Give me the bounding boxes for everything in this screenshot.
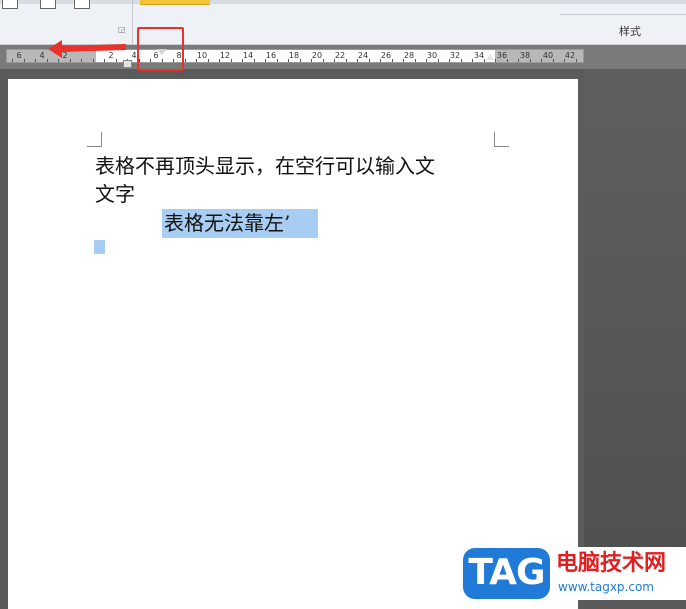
ruler-tick	[368, 59, 370, 62]
ruler-tick	[357, 59, 358, 62]
ruler-tick	[575, 59, 577, 62]
ruler-tick	[334, 59, 335, 62]
ruler-tick	[541, 59, 542, 62]
watermark-logo: TAG	[463, 548, 550, 599]
annotation-highlight-box	[137, 27, 184, 71]
ruler-number: 28	[403, 51, 415, 60]
selected-table-cell[interactable]: 表格无法靠左’	[162, 209, 318, 238]
ruler-tick	[35, 59, 36, 62]
ruler-tick	[345, 59, 347, 62]
ruler-tick	[414, 59, 416, 62]
watermark-title: 电脑技术网	[556, 551, 667, 576]
ruler-number: 20	[311, 51, 323, 60]
selected-paragraph-mark[interactable]	[94, 240, 105, 254]
selected-style-highlight[interactable]	[140, 0, 210, 5]
right-indent-marker[interactable]	[486, 54, 494, 60]
ribbon-tool-icon[interactable]	[74, 0, 90, 9]
ruler-tick	[460, 59, 462, 62]
ribbon-tool-icon[interactable]	[2, 0, 18, 9]
paragraph-dialog-launcher-icon[interactable]: ◲	[118, 26, 126, 34]
ruler-number: 18	[288, 51, 300, 60]
ruler-tick	[403, 59, 404, 62]
ruler-tick	[276, 59, 278, 62]
document-text-line[interactable]: 文字	[95, 180, 135, 208]
document-text-line[interactable]: 表格不再顶头显示，在空行可以输入文	[95, 152, 435, 180]
watermark-url: www.tagxp.com	[558, 580, 654, 594]
ruler-number: 42	[564, 51, 576, 60]
left-indent-marker[interactable]	[123, 60, 132, 68]
styles-group-label: 样式	[619, 25, 641, 38]
ruler-number: 14	[242, 51, 254, 60]
ruler-tick	[391, 59, 393, 62]
ruler-tick	[23, 59, 25, 62]
ruler-tick	[437, 59, 439, 62]
crop-mark-top-left	[87, 132, 102, 147]
ruler-number: 32	[449, 51, 461, 60]
ruler-tick	[242, 59, 243, 62]
ruler-number: 24	[357, 51, 369, 60]
ruler-number: 4	[131, 51, 137, 60]
watermark-logo-text: TAG	[468, 552, 545, 593]
ruler-tick	[184, 59, 186, 62]
ruler-tick	[311, 59, 312, 62]
crop-mark-top-right	[494, 132, 509, 147]
document-page[interactable]: 表格不再顶头显示，在空行可以输入文 文字 表格无法靠左’	[8, 79, 578, 609]
ruler-number: 12	[219, 51, 231, 60]
ribbon-top-strip	[0, 0, 686, 4]
ruler-tick	[253, 59, 255, 62]
table-cell-text: 表格无法靠左’	[164, 211, 291, 235]
ruler-tick	[207, 59, 209, 62]
ruler-tick	[506, 59, 508, 62]
ruler-tick	[495, 59, 496, 62]
ruler-tick	[449, 59, 450, 62]
ruler-tick	[12, 59, 13, 62]
ruler-number: 22	[334, 51, 346, 60]
ruler-number: 30	[426, 51, 438, 60]
annotation-arrow-icon	[48, 40, 126, 58]
ruler-tick	[299, 59, 301, 62]
ruler-number: 16	[265, 51, 277, 60]
ruler-tick	[196, 59, 197, 62]
watermark: TAG 电脑技术网 www.tagxp.com	[462, 547, 686, 600]
ruler-tick	[288, 59, 289, 62]
ribbon-tool-icon[interactable]	[40, 0, 56, 9]
ruler-number: 26	[380, 51, 392, 60]
ruler-tick	[219, 59, 220, 62]
ruler-number: 10	[196, 51, 208, 60]
ruler-tick	[426, 59, 427, 62]
ruler-tick	[552, 59, 554, 62]
ruler-tick	[483, 59, 485, 62]
ruler-tick	[564, 59, 565, 62]
document-background-right	[584, 69, 686, 600]
ruler-tick	[472, 59, 473, 62]
ruler-tick	[380, 59, 381, 62]
ruler-tick	[529, 59, 531, 62]
ribbon-separator	[132, 0, 133, 44]
ruler-number: 6	[16, 51, 22, 60]
ruler-tick	[230, 59, 232, 62]
ruler-number: 4	[39, 51, 45, 60]
ruler-tick	[518, 59, 519, 62]
ruler-tick	[265, 59, 266, 62]
ribbon-separator	[560, 14, 686, 15]
ruler-tick	[322, 59, 324, 62]
